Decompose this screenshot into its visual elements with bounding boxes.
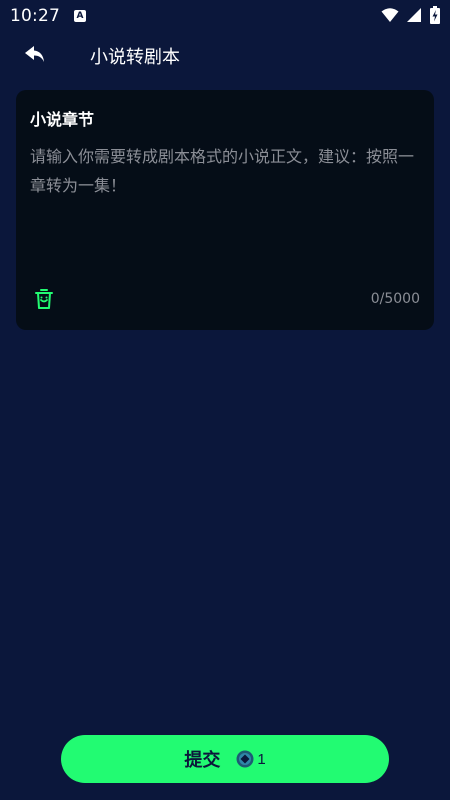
novel-text-input[interactable] — [30, 142, 422, 272]
card-title: 小说章节 — [30, 110, 95, 129]
status-icons — [381, 6, 440, 24]
clear-button[interactable] — [34, 288, 54, 310]
submit-button[interactable]: 提交 1 — [61, 735, 389, 783]
character-counter: 0/5000 — [370, 291, 420, 307]
back-arrow-icon — [25, 46, 44, 62]
app-bar: 小说转剧本 — [0, 32, 450, 78]
page-title: 小说转剧本 — [90, 47, 180, 68]
signal-icon — [407, 8, 421, 22]
a-letter-icon: A — [74, 10, 86, 22]
battery-charging-icon — [430, 6, 440, 24]
status-bar: 10:27 A — [0, 0, 450, 32]
novel-chapter-card: 小说章节 0/5000 — [16, 90, 434, 330]
back-button[interactable] — [22, 42, 48, 68]
coin-icon — [236, 750, 254, 768]
wifi-icon — [381, 8, 399, 22]
status-time: 10:27 — [10, 6, 60, 26]
submit-label: 提交 — [184, 750, 221, 770]
trash-icon — [35, 289, 53, 309]
coin-cost: 1 — [257, 750, 266, 768]
